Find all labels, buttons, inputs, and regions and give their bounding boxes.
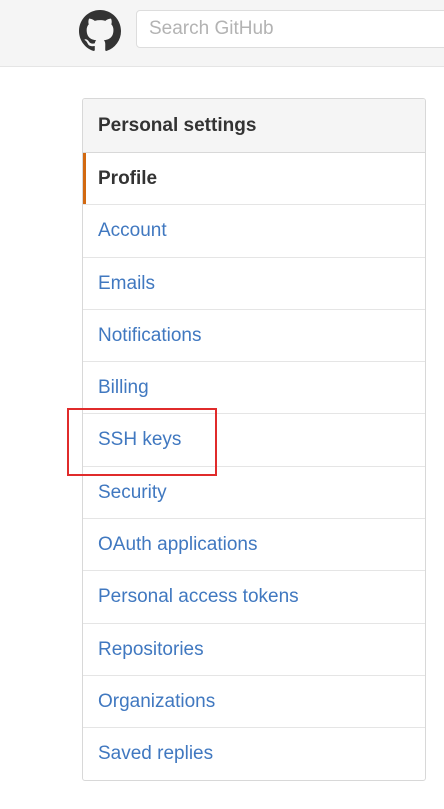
settings-nav-item-repositories[interactable]: Repositories <box>83 624 425 676</box>
settings-nav-item-security[interactable]: Security <box>83 467 425 520</box>
settings-nav-item-emails[interactable]: Emails <box>83 258 425 310</box>
top-header <box>0 0 444 67</box>
settings-nav-panel: Personal settings Profile Account Emails… <box>82 98 426 781</box>
settings-nav-item-organizations[interactable]: Organizations <box>83 676 425 729</box>
settings-nav-item-saved-replies[interactable]: Saved replies <box>83 728 425 780</box>
settings-nav-item-oauth-applications[interactable]: OAuth applications <box>83 519 425 572</box>
settings-nav-item-ssh-keys[interactable]: SSH keys <box>83 414 425 467</box>
settings-nav-item-personal-access-tokens[interactable]: Personal access tokens <box>83 571 425 624</box>
github-octocat-icon[interactable] <box>79 10 121 52</box>
settings-nav-item-notifications[interactable]: Notifications <box>83 310 425 363</box>
settings-nav-title: Personal settings <box>83 99 425 153</box>
search-input[interactable] <box>136 10 444 48</box>
settings-nav-item-billing[interactable]: Billing <box>83 362 425 415</box>
settings-nav-item-account[interactable]: Account <box>83 205 425 258</box>
settings-nav-item-profile[interactable]: Profile <box>83 153 425 206</box>
